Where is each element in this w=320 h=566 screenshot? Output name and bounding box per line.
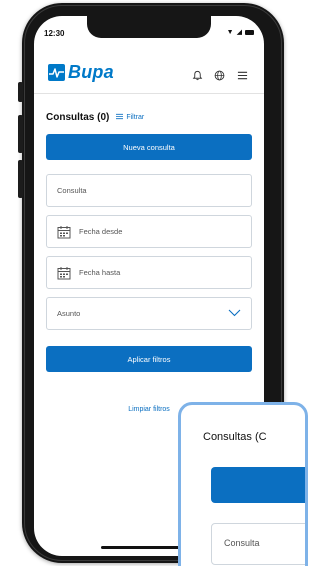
calendar-icon: [57, 225, 71, 239]
zoom-consulta-placeholder: Consulta: [224, 538, 260, 548]
menu-icon[interactable]: [237, 68, 248, 86]
date-to-field[interactable]: Fecha hasta: [46, 256, 252, 289]
battery-icon: [245, 29, 254, 35]
volume-down-button: [18, 160, 23, 198]
status-time: 12:30: [44, 29, 65, 38]
zoom-title: Consultas (C: [203, 431, 267, 443]
status-icons: ▼ ◢: [227, 28, 254, 36]
page-title: Consultas (0): [46, 112, 110, 123]
date-from-field[interactable]: Fecha desde: [46, 215, 252, 248]
zoom-new-consult-button: [211, 467, 305, 503]
wifi-icon: ▼: [226, 28, 234, 36]
apply-filters-button[interactable]: Aplicar filtros: [46, 346, 252, 372]
consulta-placeholder: Consulta: [57, 186, 87, 195]
mute-switch: [18, 82, 23, 102]
subject-label: Asunto: [57, 309, 81, 318]
bupa-logo[interactable]: Bupa: [48, 62, 114, 83]
consulta-input[interactable]: Consulta: [46, 174, 252, 207]
date-to-label: Fecha hasta: [79, 268, 121, 277]
zoom-consulta-field: Consulta: [211, 523, 305, 565]
date-from-label: Fecha desde: [79, 227, 123, 236]
logo-mark-icon: [48, 64, 65, 81]
new-consult-button[interactable]: Nueva consulta: [46, 134, 252, 160]
chevron-down-icon: [228, 309, 241, 319]
volume-up-button: [18, 115, 23, 153]
subject-select[interactable]: Asunto: [46, 297, 252, 330]
app-header: Bupa: [34, 48, 264, 94]
globe-icon[interactable]: [214, 68, 225, 86]
filter-icon: [116, 113, 124, 122]
bell-icon[interactable]: [192, 68, 203, 86]
filter-link[interactable]: Filtrar: [116, 113, 144, 122]
consultas-toolbar: Consultas (0) Filtrar: [46, 112, 144, 123]
zoom-callout: Consultas (C Consulta: [178, 402, 308, 566]
filter-label: Filtrar: [126, 114, 145, 121]
notch: [87, 16, 211, 38]
calendar-icon: [57, 266, 71, 280]
brand-name: Bupa: [68, 62, 114, 82]
signal-icon: ◢: [236, 29, 242, 36]
